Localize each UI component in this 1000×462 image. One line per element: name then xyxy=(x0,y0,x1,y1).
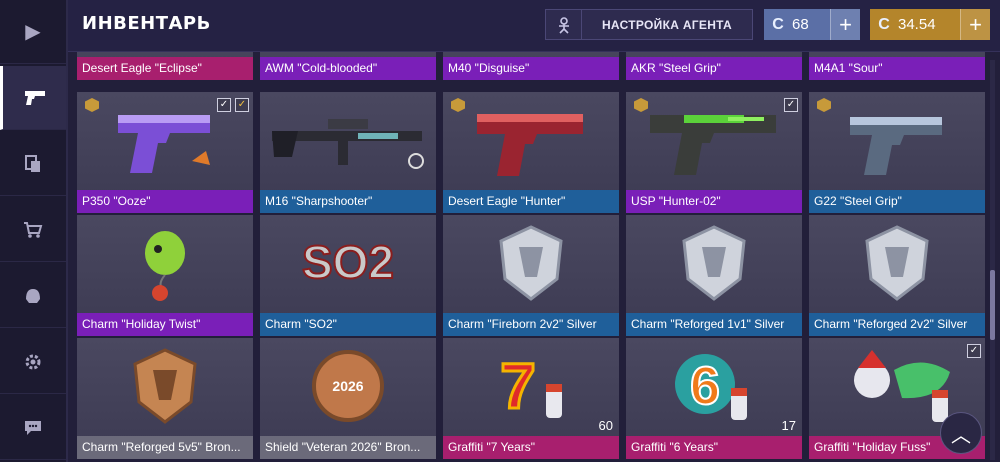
item-name: Charm "Reforged 2v2" Silver xyxy=(809,313,985,336)
inventory-item-card[interactable]: Charm "Fireborn 2v2" Silver xyxy=(443,215,619,336)
helmet-icon[interactable] xyxy=(0,264,66,328)
item-image: 7 xyxy=(443,338,619,434)
scroll-thumb[interactable] xyxy=(990,270,995,340)
equipped-check-icon[interactable]: ✓ xyxy=(235,98,249,112)
cases-icon[interactable] xyxy=(0,132,66,196)
item-image xyxy=(443,92,619,188)
item-name: Graffiti "7 Years" xyxy=(443,436,619,459)
silver-currency: C 68 + xyxy=(764,9,860,40)
item-count: 60 xyxy=(598,418,613,433)
item-name: AKR "Steel Grip" xyxy=(626,57,802,80)
item-image xyxy=(77,215,253,311)
item-count: 17 xyxy=(781,418,796,433)
item-name: Desert Eagle "Eclipse" xyxy=(77,57,253,80)
item-image xyxy=(77,338,253,434)
inventory-item-card[interactable]: M40 "Disguise" xyxy=(443,52,619,80)
inventory-grid: Desert Eagle "Eclipse" AWM "Cold-blooded"… xyxy=(68,52,986,462)
inventory-item-card[interactable]: M4A1 "Sour" xyxy=(809,52,985,80)
item-image: SO2 xyxy=(260,215,436,311)
inventory-item-card[interactable]: Charm "Reforged 1v1" Silver xyxy=(626,215,802,336)
inventory-item-card[interactable]: 2026 Shield "Veteran 2026" Bron... xyxy=(260,338,436,459)
inventory-item-card[interactable]: 7 60 Graffiti "7 Years" xyxy=(443,338,619,459)
item-image xyxy=(626,92,802,188)
inventory-item-card[interactable]: G22 "Steel Grip" xyxy=(809,92,985,213)
gold-amount: 34.54 xyxy=(898,16,936,33)
graffiti-7-text: 7 xyxy=(500,350,536,422)
silver-coin-icon: C xyxy=(772,15,784,33)
agent-icon xyxy=(546,10,582,39)
cart-glyph xyxy=(24,221,43,238)
equipped-check-icon[interactable]: ✓ xyxy=(784,98,798,112)
inventory-item-card[interactable]: ✓ ✓ P350 "Ooze" xyxy=(77,92,253,213)
equipped-check-icon[interactable]: ✓ xyxy=(967,344,981,358)
item-image xyxy=(260,92,436,188)
item-name: M4A1 "Sour" xyxy=(809,57,985,80)
item-name: M40 "Disguise" xyxy=(443,57,619,80)
item-name: USP "Hunter-02" xyxy=(626,190,802,213)
gear-glyph xyxy=(25,354,41,369)
inventory-item-card[interactable]: SO2 Charm "SO2" xyxy=(260,215,436,336)
cases-glyph xyxy=(25,154,40,172)
item-name: Charm "Holiday Twist" xyxy=(77,313,253,336)
item-name: Graffiti "6 Years" xyxy=(626,436,802,459)
play-glyph: ▶ xyxy=(25,21,41,43)
agent-settings-label: НАСТРОЙКА АГЕНТА xyxy=(601,17,733,32)
item-image xyxy=(809,92,985,188)
helmet-glyph xyxy=(26,288,40,303)
inventory-item-card[interactable]: M16 "Sharpshooter" xyxy=(260,92,436,213)
pistol-glyph xyxy=(24,90,45,105)
page-title: ИНВЕНТАРЬ xyxy=(82,13,211,34)
item-image xyxy=(809,215,985,311)
chat-glyph xyxy=(25,420,41,435)
item-name: Charm "Reforged 1v1" Silver xyxy=(626,313,802,336)
silver-amount: 68 xyxy=(792,16,809,33)
item-image: 2026 xyxy=(260,338,436,434)
inventory-item-card[interactable]: Charm "Reforged 5v5" Bron... xyxy=(77,338,253,459)
inventory-item-card[interactable]: AWM "Cold-blooded" xyxy=(260,52,436,80)
inventory-screen: ▶ ИНВЕНТАРЬ НАСТРОЙКА АГЕНТА C 68 + C 34… xyxy=(0,0,1000,462)
gold-currency: C 34.54 + xyxy=(870,9,990,40)
equipped-check-icon[interactable]: ✓ xyxy=(217,98,231,112)
scroll-to-top-button[interactable]: ︿ xyxy=(940,412,982,454)
add-silver-button[interactable]: + xyxy=(830,9,860,40)
pistol-icon[interactable] xyxy=(0,66,66,130)
inventory-item-card[interactable]: Desert Eagle "Hunter" xyxy=(443,92,619,213)
item-image: 6 xyxy=(626,338,802,434)
top-bar: ИНВЕНТАРЬ НАСТРОЙКА АГЕНТА C 68 + C 34.5… xyxy=(68,0,1000,52)
gear-icon[interactable] xyxy=(0,330,66,394)
item-name: Desert Eagle "Hunter" xyxy=(443,190,619,213)
gold-coin-icon: C xyxy=(878,15,890,33)
cart-icon[interactable] xyxy=(0,198,66,262)
inventory-item-card[interactable]: ✓ USP "Hunter-02" xyxy=(626,92,802,213)
item-name: M16 "Sharpshooter" xyxy=(260,190,436,213)
scrollbar[interactable] xyxy=(990,60,995,460)
item-image xyxy=(443,215,619,311)
item-name: G22 "Steel Grip" xyxy=(809,190,985,213)
item-name: P350 "Ooze" xyxy=(77,190,253,213)
item-name: Shield "Veteran 2026" Bron... xyxy=(260,436,436,459)
so2-logo-text: SO2 xyxy=(302,236,394,288)
add-gold-button[interactable]: + xyxy=(960,9,990,40)
item-name: AWM "Cold-blooded" xyxy=(260,57,436,80)
inventory-item-card[interactable]: 6 17 Graffiti "6 Years" xyxy=(626,338,802,459)
chat-icon[interactable] xyxy=(0,396,66,460)
shield-year-text: 2026 xyxy=(332,378,363,394)
item-name: Charm "Fireborn 2v2" Silver xyxy=(443,313,619,336)
play-icon[interactable]: ▶ xyxy=(0,0,66,64)
inventory-item-card[interactable]: Charm "Holiday Twist" xyxy=(77,215,253,336)
item-name: Charm "SO2" xyxy=(260,313,436,336)
item-name: Charm "Reforged 5v5" Bron... xyxy=(77,436,253,459)
item-image xyxy=(626,215,802,311)
inventory-item-card[interactable]: AKR "Steel Grip" xyxy=(626,52,802,80)
inventory-item-card[interactable]: Desert Eagle "Eclipse" xyxy=(77,52,253,80)
sidebar: ▶ xyxy=(0,0,68,462)
inventory-item-card[interactable]: Charm "Reforged 2v2" Silver xyxy=(809,215,985,336)
graffiti-6-text: 6 xyxy=(690,356,720,416)
agent-settings-button[interactable]: НАСТРОЙКА АГЕНТА xyxy=(545,9,753,40)
